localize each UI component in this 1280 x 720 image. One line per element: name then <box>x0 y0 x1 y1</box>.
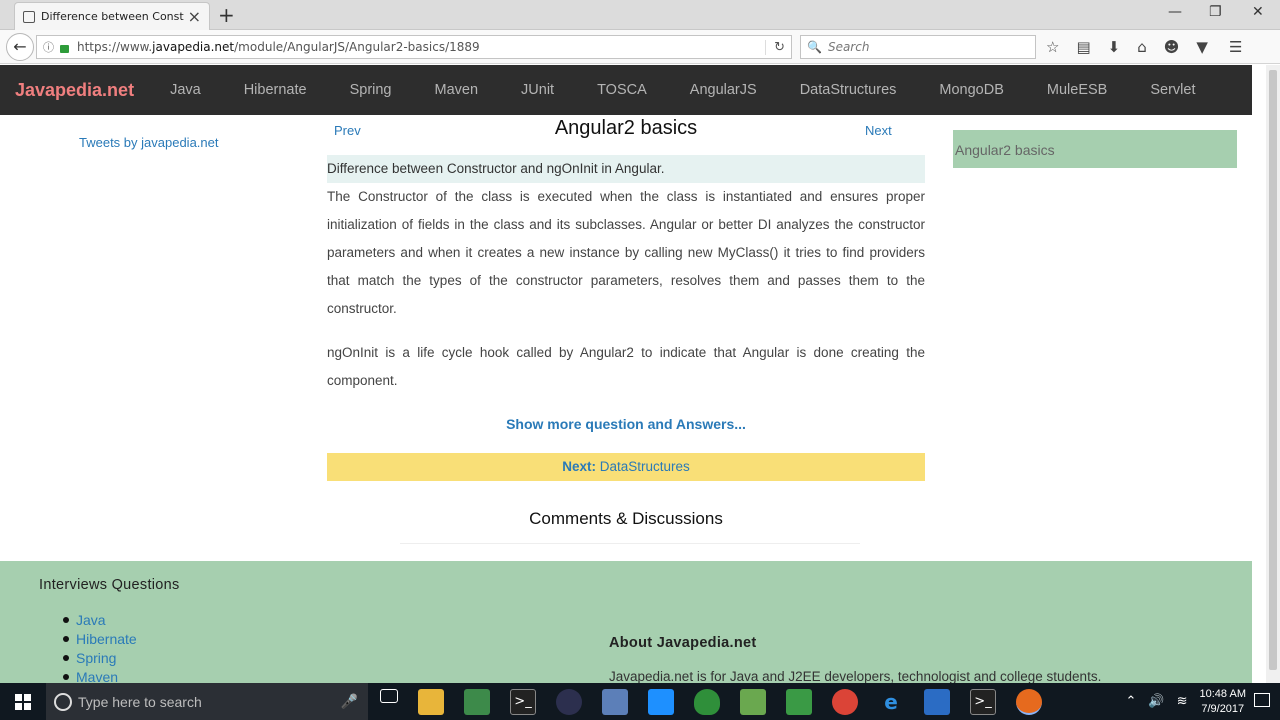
footer-link-maven[interactable]: Maven <box>63 668 137 683</box>
chrome-icon[interactable] <box>832 688 858 715</box>
taskbar-clock[interactable]: 10:48 AM 7/9/2017 <box>1200 687 1246 717</box>
messenger-icon[interactable] <box>648 688 674 715</box>
task-view-icon[interactable] <box>380 688 398 703</box>
terminal-icon[interactable]: >_ <box>510 688 536 715</box>
next-topic-link[interactable]: DataStructures <box>600 459 690 474</box>
taskbar-apps: >_ e >_ <box>380 688 1042 715</box>
menu-item-servlet[interactable]: Servlet <box>1150 82 1195 98</box>
menu-item-junit[interactable]: JUnit <box>521 82 554 98</box>
answer-paragraph-2: ngOnInit is a life cycle hook called by … <box>327 345 925 388</box>
divider <box>400 543 860 544</box>
show-more-link[interactable]: Show more question and Answers... <box>327 416 925 432</box>
menu-icon[interactable]: ☰ <box>1229 38 1242 56</box>
site-header: Javapedia.net Java Hibernate Spring Mave… <box>0 65 1252 115</box>
search-placeholder: Search <box>827 40 870 54</box>
minimize-icon[interactable]: — <box>1168 4 1182 20</box>
menu-item-maven[interactable]: Maven <box>435 82 479 98</box>
back-button[interactable]: ← <box>6 33 34 61</box>
site-footer: Interviews Questions Java Hibernate Spri… <box>0 561 1252 683</box>
menu-item-angularjs[interactable]: AngularJS <box>690 82 757 98</box>
window-close-icon[interactable]: ✕ <box>1252 4 1264 20</box>
chat-icon[interactable]: ☻ <box>1164 38 1180 56</box>
cmd-icon[interactable]: >_ <box>970 688 996 715</box>
interview-links: Java Hibernate Spring Maven <box>63 611 137 683</box>
microphone-icon[interactable]: 🎤 <box>341 693 358 710</box>
notepad-icon[interactable] <box>740 688 766 715</box>
download-icon[interactable]: ⬇ <box>1108 38 1121 56</box>
network-app-icon[interactable] <box>602 688 628 715</box>
clock-date: 7/9/2017 <box>1201 702 1245 715</box>
notification-icon[interactable] <box>1254 693 1270 707</box>
page-gutter <box>1252 65 1266 683</box>
taskbar-search-input[interactable]: Type here to search 🎤 <box>46 683 368 720</box>
browser-tab-bar: Difference between Const... × + — ❐ ✕ <box>0 0 1280 30</box>
scrollbar-thumb[interactable] <box>1269 70 1277 670</box>
eclipse-icon[interactable] <box>556 688 582 715</box>
url-bar[interactable]: ⓘ https://www.javapedia.net/module/Angul… <box>36 35 792 59</box>
close-tab-icon[interactable]: × <box>188 7 201 26</box>
browser-tab[interactable]: Difference between Const... × <box>14 2 210 30</box>
about-heading: About Javapedia.net <box>609 635 757 651</box>
url-text[interactable]: https://www.javapedia.net/module/Angular… <box>77 40 480 54</box>
menu-item-mongodb[interactable]: MongoDB <box>939 82 1003 98</box>
info-icon[interactable]: ⓘ <box>43 39 54 55</box>
browser-search-input[interactable]: 🔍 Search <box>800 35 1036 59</box>
file-explorer-icon[interactable] <box>418 688 444 715</box>
tab-title: Difference between Const... <box>41 10 184 23</box>
reading-list-icon[interactable]: ▤ <box>1076 38 1090 56</box>
toolbar-icons: ☆ ▤ ⬇ ⌂ ☻ ▼ ☰ <box>1046 38 1242 56</box>
search-icon: 🔍 <box>807 40 822 54</box>
photos-icon[interactable] <box>786 688 812 715</box>
windows-taskbar: Type here to search 🎤 >_ e >_ ⌃ 🔊 ≋ 10:4… <box>0 683 1280 720</box>
start-button[interactable] <box>0 683 46 720</box>
clock-time: 10:48 AM <box>1199 687 1246 700</box>
next-label: Next: <box>562 459 596 474</box>
pocket-icon[interactable]: ▼ <box>1196 38 1208 56</box>
reload-icon[interactable]: ↻ <box>765 39 785 55</box>
lock-icon <box>60 44 69 53</box>
cortana-icon <box>54 692 72 711</box>
wifi-icon[interactable]: ≋ <box>1177 694 1188 709</box>
taskbar-search-placeholder: Type here to search <box>78 693 202 710</box>
page-scrollbar[interactable] <box>1266 65 1280 683</box>
next-topic-bar[interactable]: Next: DataStructures <box>327 453 925 481</box>
menu-item-java[interactable]: Java <box>170 82 201 98</box>
browser-nav-bar: ← ⓘ https://www.javapedia.net/module/Ang… <box>0 30 1280 64</box>
menu-item-spring[interactable]: Spring <box>350 82 392 98</box>
edge-icon[interactable]: e <box>878 689 904 715</box>
volume-icon[interactable]: 🔊 <box>1148 694 1164 709</box>
menu-item-hibernate[interactable]: Hibernate <box>244 82 307 98</box>
vscode-icon[interactable] <box>924 688 950 715</box>
menu-item-tosca[interactable]: TOSCA <box>597 82 647 98</box>
tweets-link[interactable]: Tweets by javapedia.net <box>79 135 218 150</box>
store-app-icon[interactable] <box>464 688 490 715</box>
site-brand[interactable]: Javapedia.net <box>15 80 134 101</box>
answer-paragraph-1: The Constructor of the class is executed… <box>327 189 925 316</box>
system-tray: ⌃ 🔊 ≋ 10:48 AM 7/9/2017 <box>1126 683 1246 720</box>
sidebar-topic-item[interactable]: Angular2 basics <box>953 130 1237 168</box>
interviews-heading: Interviews Questions <box>39 577 180 593</box>
new-tab-icon[interactable]: + <box>218 3 235 27</box>
restore-icon[interactable]: ❐ <box>1209 4 1222 20</box>
tray-chevron-icon[interactable]: ⌃ <box>1126 694 1137 709</box>
footer-link-hibernate[interactable]: Hibernate <box>63 630 137 649</box>
menu-item-datastructures[interactable]: DataStructures <box>800 82 897 98</box>
footer-link-spring[interactable]: Spring <box>63 649 137 668</box>
question-heading: Difference between Constructor and ngOnI… <box>327 155 925 183</box>
comments-heading: Comments & Discussions <box>529 509 723 528</box>
bookmark-star-icon[interactable]: ☆ <box>1046 38 1059 56</box>
windows-logo-icon <box>15 693 31 710</box>
page-icon <box>23 10 35 23</box>
menu-item-muleesb[interactable]: MuleESB <box>1047 82 1107 98</box>
firefox-icon[interactable] <box>1016 688 1042 715</box>
android-studio-icon[interactable] <box>694 688 720 715</box>
footer-link-java[interactable]: Java <box>63 611 137 630</box>
page-title: Angular2 basics <box>554 117 698 139</box>
about-text: Javapedia.net is for Java and J2EE devel… <box>609 669 1102 683</box>
home-icon[interactable]: ⌂ <box>1137 38 1147 56</box>
